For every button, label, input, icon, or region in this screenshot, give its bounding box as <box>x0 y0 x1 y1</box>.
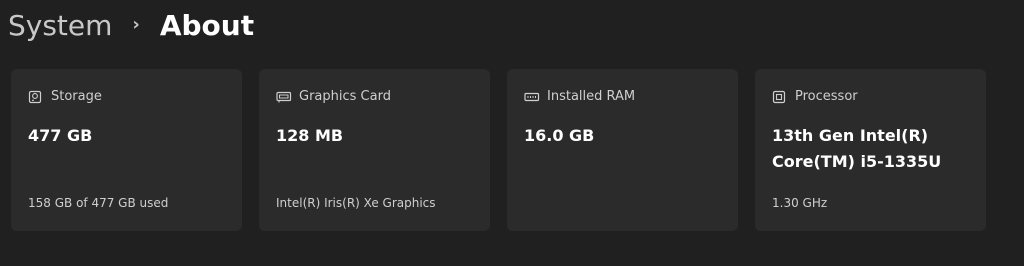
storage-icon <box>28 90 42 104</box>
breadcrumb-system-link[interactable]: System <box>8 9 112 42</box>
card-header: Installed RAM <box>524 89 635 104</box>
storage-usage: 158 GB of 477 GB used <box>28 196 169 210</box>
card-header: Storage <box>28 89 102 104</box>
graphics-card-card[interactable]: Graphics Card 128 MB Intel(R) Iris(R) Xe… <box>259 69 490 231</box>
card-header: Graphics Card <box>276 89 391 104</box>
device-specs-cards: Storage 477 GB 158 GB of 477 GB used Gra… <box>11 69 986 231</box>
graphics-card-name: Intel(R) Iris(R) Xe Graphics <box>276 196 436 210</box>
graphics-card-icon <box>276 90 292 104</box>
graphics-card-label: Graphics Card <box>299 89 391 104</box>
card-header: Processor <box>772 89 858 104</box>
installed-ram-card[interactable]: Installed RAM 16.0 GB <box>507 69 738 231</box>
processor-card[interactable]: Processor 13th Gen Intel(R) Core(TM) i5-… <box>755 69 986 231</box>
storage-card[interactable]: Storage 477 GB 158 GB of 477 GB used <box>11 69 242 231</box>
storage-value: 477 GB <box>28 126 93 145</box>
ram-icon <box>524 90 540 104</box>
installed-ram-label: Installed RAM <box>547 89 636 104</box>
processor-speed: 1.30 GHz <box>772 196 828 210</box>
page-title: About <box>159 8 255 42</box>
processor-value: 13th Gen Intel(R) Core(TM) i5-1335U <box>772 126 942 171</box>
breadcrumb-chevron-icon: › <box>132 13 140 35</box>
about-page: System › About Storage 477 GB 158 GB of … <box>0 0 1024 266</box>
processor-label: Processor <box>795 89 858 104</box>
installed-ram-value: 16.0 GB <box>524 126 595 145</box>
graphics-card-value: 128 MB <box>276 126 344 145</box>
storage-label: Storage <box>51 89 102 104</box>
processor-icon <box>772 90 786 104</box>
breadcrumb: System › About <box>8 4 254 46</box>
